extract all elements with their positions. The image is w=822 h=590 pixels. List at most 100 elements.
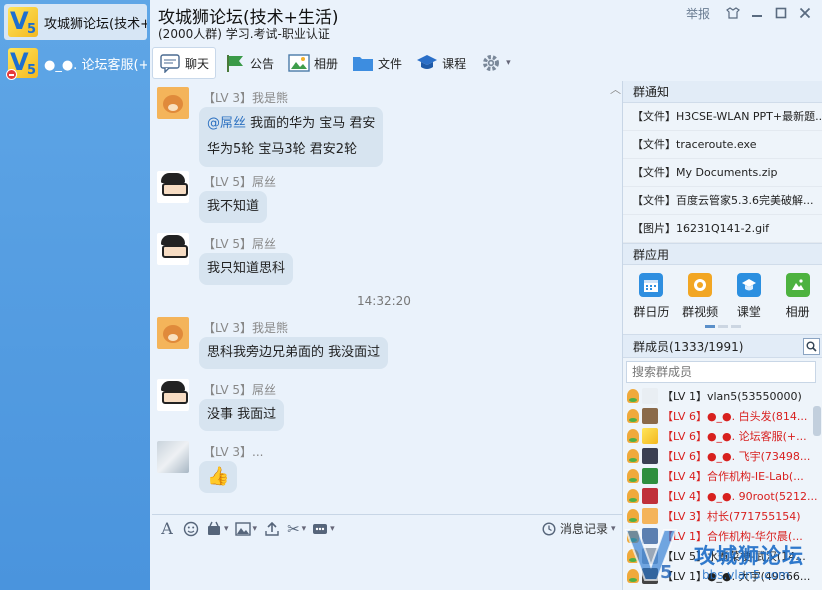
member-name: 【LV 6】●_●. 论坛客服(+... (662, 430, 807, 443)
member-avatar (642, 448, 658, 464)
online-status-icon (627, 429, 639, 443)
video-icon (688, 273, 713, 297)
online-status-icon (627, 389, 639, 403)
notice-item[interactable]: 【文件】traceroute.exe (623, 131, 822, 159)
members-count: 群成员(1333/1991) (633, 340, 744, 354)
member-item[interactable]: 【LV 6】●_●. 白头发(814... (623, 406, 822, 426)
tab-label: 文件 (378, 56, 403, 71)
member-item[interactable]: 【LV 3】村长(771755154) (623, 506, 822, 526)
member-avatar (642, 528, 658, 544)
member-item[interactable]: 【LV 1】●_●. 大宇(49366... (623, 566, 822, 586)
message-sender[interactable]: 【LV 3】... (203, 443, 263, 460)
message-input[interactable] (152, 542, 622, 590)
group-subtitle: (2000人群) 学习.考试-职业认证 (158, 27, 330, 41)
member-avatar (642, 468, 658, 484)
message-sender[interactable]: 【LV 3】我是熊 (203, 89, 288, 106)
search-icon[interactable] (803, 338, 820, 355)
folder-icon (352, 53, 374, 73)
chat-history[interactable]: ︿ 【LV 3】我是熊 @屌丝 我面的华为 宝马 君安 华为5轮 宝马3轮 君安… (152, 81, 622, 513)
message-text: 思科我旁边兄弟面的 我没面过 (207, 345, 381, 360)
group-avatar (6, 48, 38, 80)
app-page-indicator[interactable] (623, 325, 822, 328)
notice-item[interactable]: 【图片】16231Q141-2.gif (623, 215, 822, 243)
member-item[interactable]: 【LV 6】●_●. 论坛客服(+... (623, 426, 822, 446)
message-sender[interactable]: 【LV 5】屌丝 (203, 173, 276, 190)
member-item[interactable]: 【LV 1】合作机构-华尔晨(... (623, 526, 822, 546)
maximize-icon[interactable] (772, 4, 790, 22)
message-bubble: 我只知道思科 (199, 253, 294, 285)
member-name: 【LV 1】●_●. 大宇(49366... (662, 570, 811, 583)
v5-logo-icon (642, 428, 658, 444)
notice-item[interactable]: 【文件】H3CSE-WLAN PPT+最新题... (623, 103, 822, 131)
tab-album[interactable]: 相册 (282, 47, 344, 79)
close-icon[interactable] (796, 4, 814, 22)
message-text: 没事 我面过 (207, 407, 277, 422)
message-history-button[interactable]: 消息记录 ▾ (542, 520, 616, 537)
collapse-panel-icon[interactable]: ︿ (610, 81, 621, 97)
tab-files[interactable]: 文件 (346, 47, 408, 79)
member-search-input[interactable] (626, 361, 816, 383)
thumbs-up-icon: 👍 (207, 466, 230, 487)
gear-icon (480, 53, 502, 73)
magic-expression-icon[interactable] (206, 518, 229, 540)
history-label: 消息记录 (560, 522, 609, 536)
tab-announcement[interactable]: 公告 (218, 47, 280, 79)
member-item[interactable]: 【LV 5】水煮菜梗-武汉(14... (623, 546, 822, 566)
input-toolbar: A ✂ 消息记录 ▾ (152, 514, 622, 542)
member-avatar (642, 488, 658, 504)
member-avatar (642, 548, 658, 564)
session-item-service[interactable]: ●_●. 论坛客服(+ (4, 45, 147, 81)
minimize-icon[interactable] (748, 4, 766, 22)
members-header: 群成员(1333/1991) (623, 334, 822, 358)
group-avatar (8, 7, 38, 37)
app-classroom[interactable]: 课堂 (725, 273, 774, 320)
glasses-boy-avatar[interactable] (157, 379, 189, 411)
skin-icon[interactable] (724, 4, 742, 22)
image-icon[interactable] (234, 518, 258, 540)
member-item[interactable]: 【LV 4】●_●. 90root(5212... (623, 486, 822, 506)
member-name: 【LV 6】●_●. 白头发(814... (662, 410, 808, 423)
notices-header: 群通知 (623, 81, 822, 103)
member-list: 【LV 1】vlan5(53550000) 【LV 6】●_●. 白头发(814… (623, 386, 822, 586)
mention-link[interactable]: @屌丝 (207, 116, 246, 131)
session-item-forum[interactable]: 攻城狮论坛(技术+ (4, 4, 147, 40)
tab-label: 公告 (250, 56, 275, 71)
tab-course[interactable]: 课程 (410, 47, 472, 79)
app-album[interactable]: 相册 (773, 273, 822, 320)
app-label: 课堂 (736, 305, 761, 319)
message-sender[interactable]: 【LV 5】屌丝 (203, 235, 276, 252)
screenshot-scissors-icon[interactable]: ✂ (287, 518, 306, 540)
online-status-icon (627, 549, 639, 563)
bear-avatar[interactable] (157, 87, 189, 119)
apps-header: 群应用 (623, 243, 822, 265)
settings-dropdown[interactable]: ▾ (474, 47, 517, 79)
font-icon[interactable]: A (158, 518, 176, 540)
v5-logo-icon (8, 7, 38, 37)
message-timestamp: 14:32:20 (357, 294, 411, 308)
app-video[interactable]: 群视频 (676, 273, 725, 320)
more-tools-icon[interactable] (312, 518, 335, 540)
notice-item[interactable]: 【文件】My Documents.zip (623, 159, 822, 187)
window-controls: 举报 (686, 4, 814, 22)
chevron-down-icon: ▾ (611, 523, 616, 534)
glasses-boy-avatar[interactable] (157, 171, 189, 203)
chat-bubble-icon (159, 53, 181, 73)
emoji-icon[interactable] (182, 518, 200, 540)
upload-icon[interactable] (263, 518, 281, 540)
app-calendar[interactable]: 群日历 (627, 273, 676, 320)
report-link[interactable]: 举报 (686, 5, 710, 22)
member-item[interactable]: 【LV 6】●_●. 飞宇(73498... (623, 446, 822, 466)
bear-avatar[interactable] (157, 317, 189, 349)
group-toolbar: 聊天 公告 相册 文件 课程 ▾ (152, 46, 519, 80)
member-list-scrollbar[interactable] (813, 404, 821, 590)
tab-chat[interactable]: 聊天 (152, 47, 217, 79)
notice-item[interactable]: 【文件】百度云管家5.3.6完美破解... (623, 187, 822, 215)
member-item[interactable]: 【LV 4】合作机构-IE-Lab(... (623, 466, 822, 486)
message-sender[interactable]: 【LV 5】屌丝 (203, 381, 276, 398)
clock-icon (542, 521, 556, 536)
message-sender[interactable]: 【LV 3】我是熊 (203, 319, 288, 336)
member-item[interactable]: 【LV 1】vlan5(53550000) (623, 386, 822, 406)
photo-avatar[interactable] (157, 441, 189, 473)
glasses-boy-avatar[interactable] (157, 233, 189, 265)
notice-list: 【文件】H3CSE-WLAN PPT+最新题... 【文件】traceroute… (623, 103, 822, 243)
